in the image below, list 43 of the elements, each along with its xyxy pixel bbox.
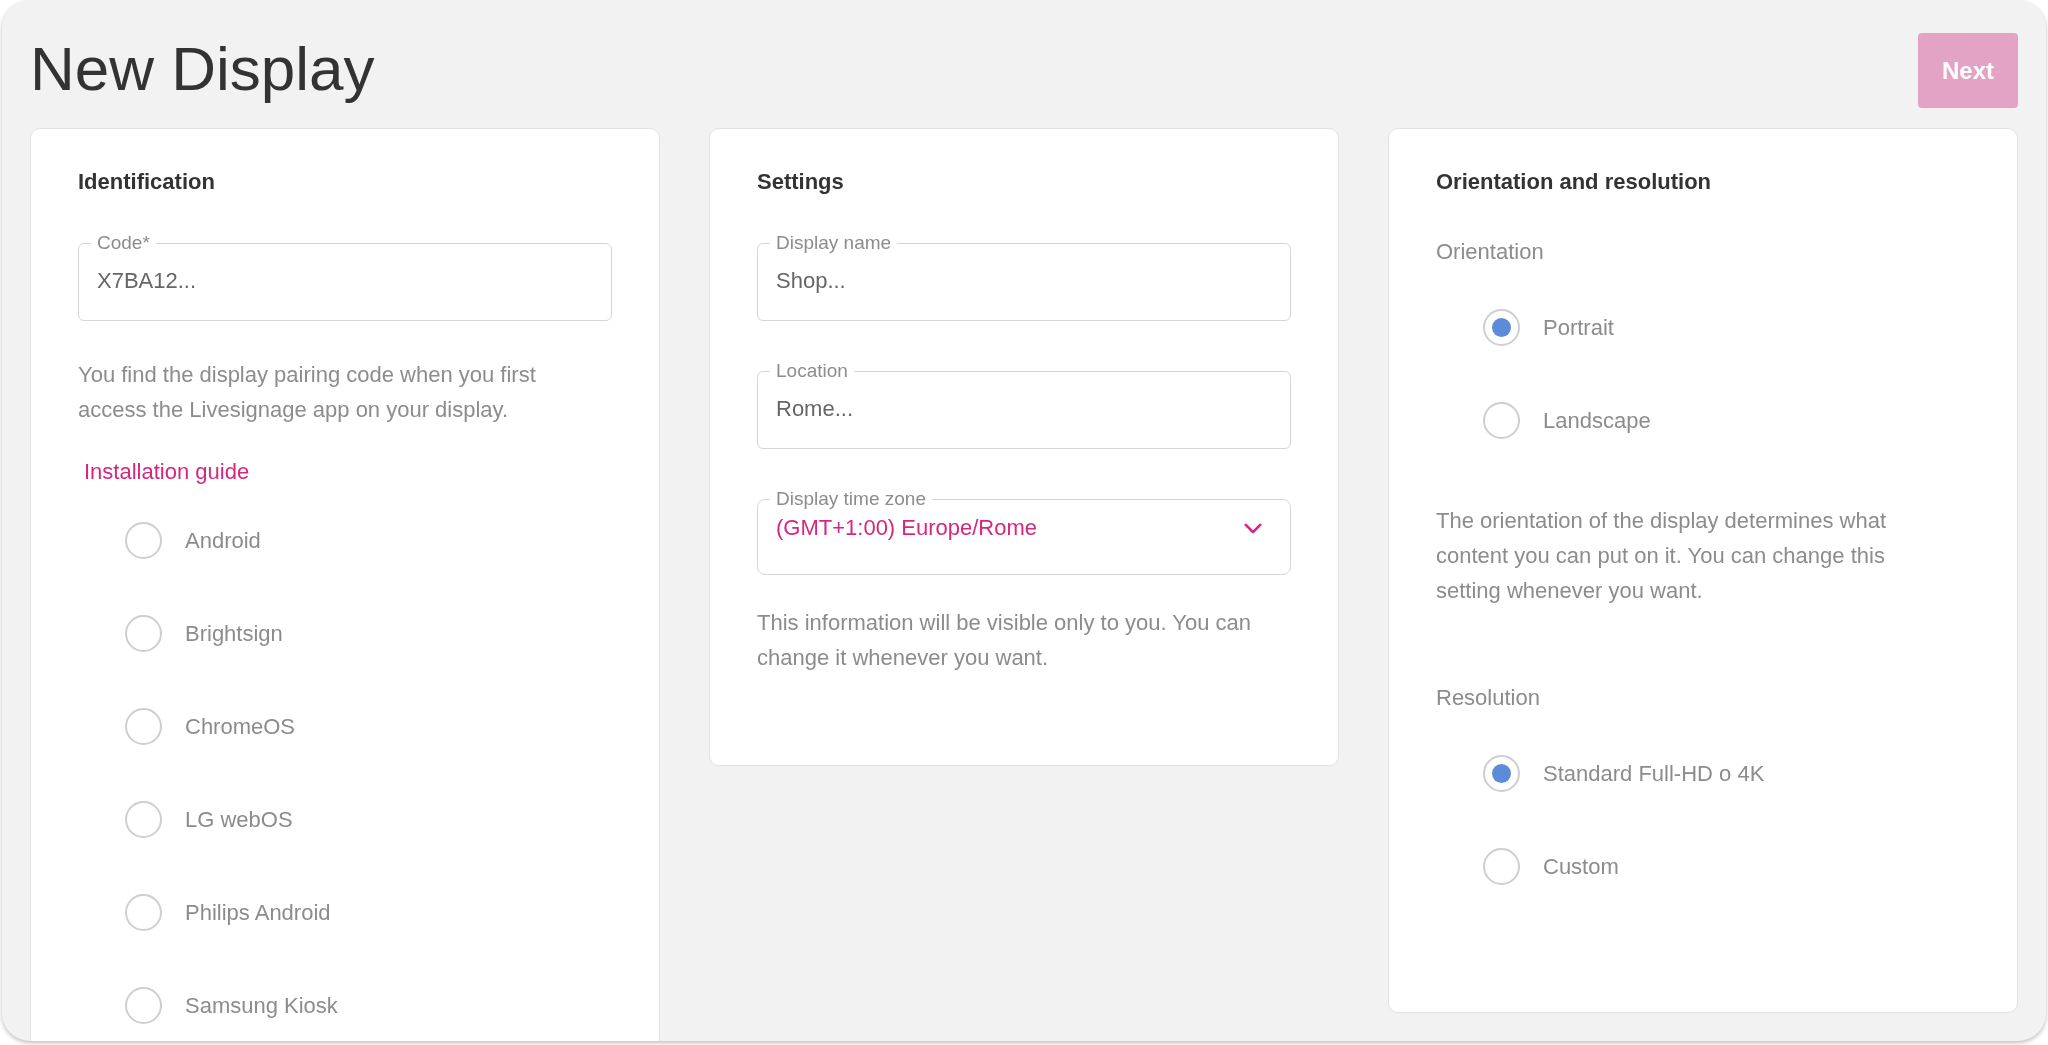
radio-label: Philips Android [185,899,331,927]
installation-guide-link[interactable]: Installation guide [84,455,250,488]
dropdown-value: (GMT+1:00) Europe/Rome [775,514,1039,542]
radio-button[interactable] [1483,402,1520,439]
card-title: Settings [757,168,845,196]
radio-label: Landscape [1543,407,1651,435]
field-label: Display name [775,233,893,253]
time-zone-dropdown[interactable]: Display time zone (GMT+1:00) Europe/Rome [757,489,1291,575]
radio-button[interactable] [125,615,162,652]
radio-button[interactable] [1483,309,1520,346]
card-title: Orientation and resolution [1436,168,1712,196]
chevron-down-icon [1244,523,1262,534]
field-label: Display time zone [775,489,927,509]
text-field[interactable]: Location Rome... [757,361,1291,449]
card-title: Identification [78,168,216,196]
radio-label: LG webOS [185,806,293,834]
radio-label: Android [185,527,261,555]
radio-button[interactable] [125,894,162,931]
field-label: Code* [96,233,151,253]
text-input[interactable]: Rome... [770,381,1278,437]
radio-label: Samsung Kiosk [185,992,338,1020]
help-text: You find the display pairing code when you first access the Livesignage app on your display. [78,361,537,424]
text-field[interactable]: Display name Shop... [757,233,1291,321]
page-title: New Display [30,34,375,104]
section-label: Resolution [1436,684,1541,712]
radio-button[interactable] [125,708,162,745]
radio-button[interactable] [125,522,162,559]
radio-label: Portrait [1543,314,1614,342]
text-input[interactable]: X7BA12... [91,253,599,309]
text-field[interactable]: Code* X7BA12... [78,233,612,321]
radio-button[interactable] [1483,848,1520,885]
radio-button[interactable] [125,801,162,838]
section-label: Orientation [1436,238,1545,266]
radio-label: Brightsign [185,620,283,648]
text-input[interactable]: Shop... [770,253,1278,309]
radio-label: ChromeOS [185,713,296,741]
radio-button[interactable] [125,987,162,1024]
field-label: Location [775,361,849,381]
radio-label: Standard Full-HD o 4K [1543,760,1765,788]
radio-label: Custom [1543,853,1619,881]
radio-button[interactable] [1483,755,1520,792]
help-text: This information will be visible only to you. You can change it whenever you want. [757,609,1253,672]
help-text: The orientation of the display determines what content you can put on it. You can change this setting whenever you want. [1436,507,1888,605]
